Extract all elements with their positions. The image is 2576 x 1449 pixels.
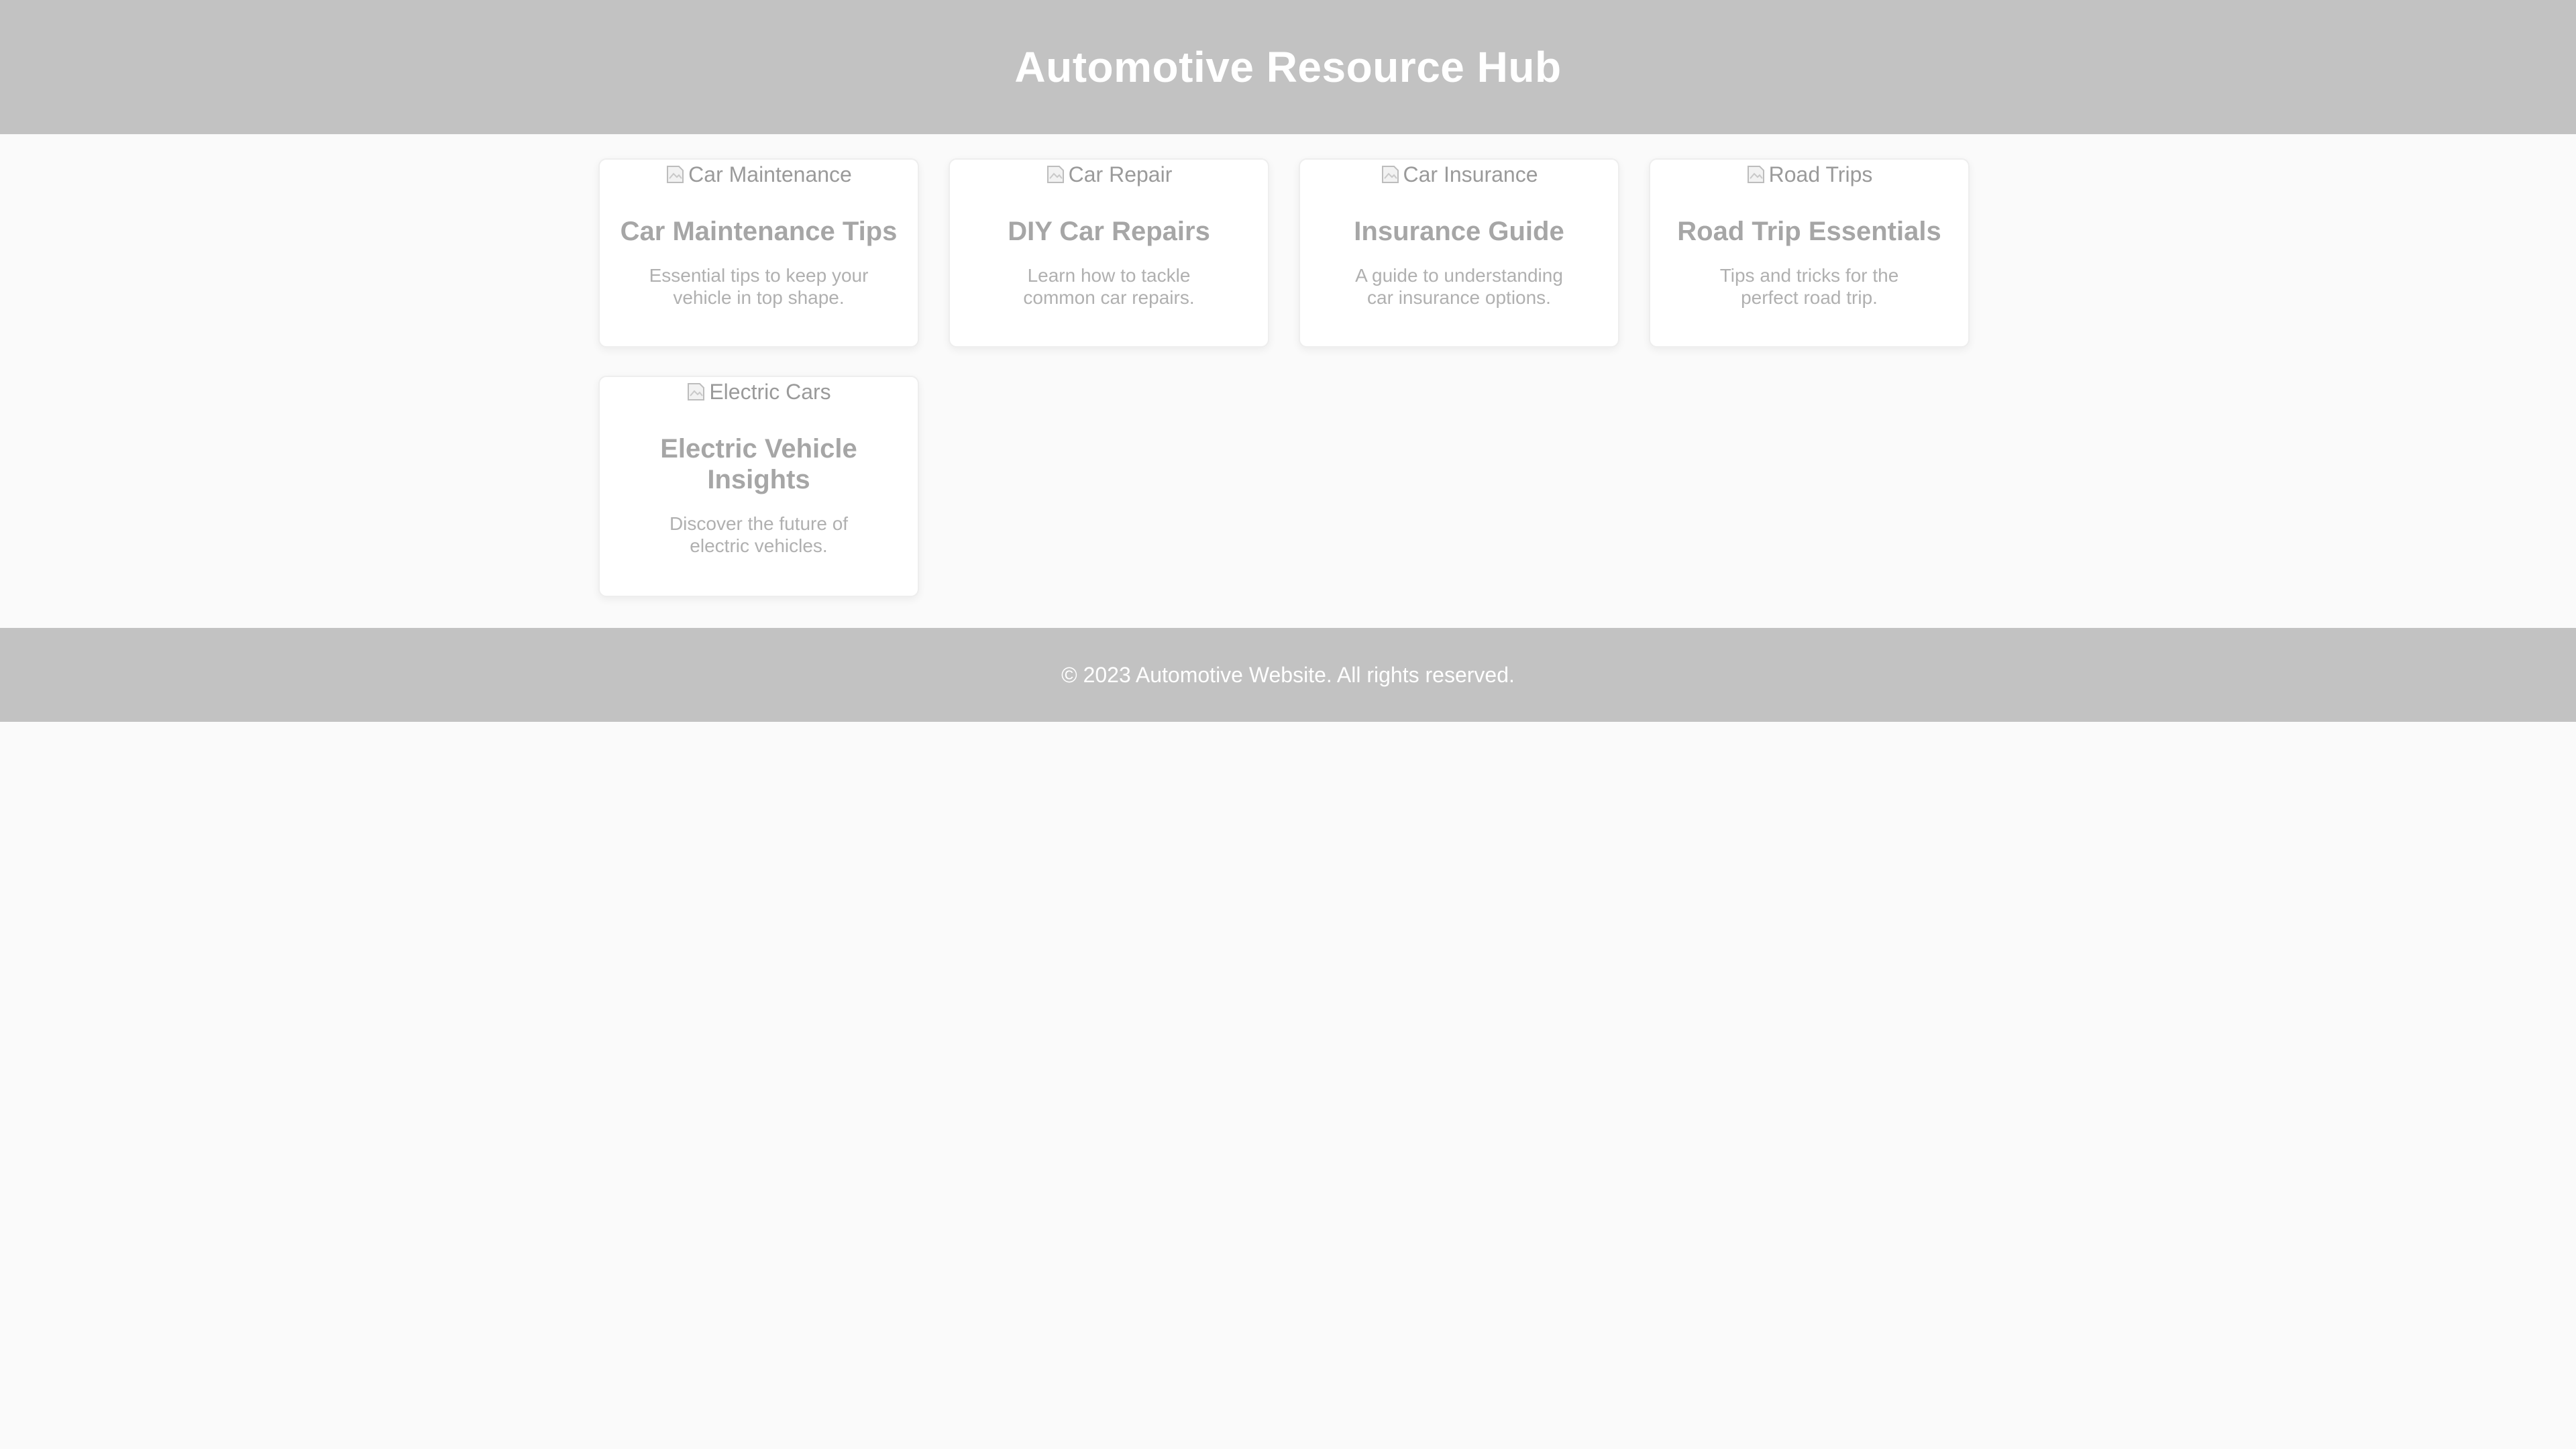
broken-image-icon bbox=[1747, 166, 1764, 183]
card-image: Electric Cars bbox=[600, 377, 918, 405]
card-image: Car Insurance bbox=[1300, 160, 1618, 188]
card-image: Road Trips bbox=[1650, 160, 1968, 188]
image-alt-text: Car Maintenance bbox=[688, 162, 852, 186]
card-diy-car-repairs[interactable]: Car Repair DIY Car Repairs Learn how to … bbox=[949, 158, 1269, 347]
card-title[interactable]: Insurance Guide bbox=[1320, 216, 1598, 247]
image-alt-text: Car Repair bbox=[1068, 162, 1173, 186]
card-road-trip-essentials[interactable]: Road Trips Road Trip Essentials Tips and… bbox=[1649, 158, 1970, 347]
broken-image-icon bbox=[688, 383, 705, 400]
card-title[interactable]: Electric Vehicle Insights bbox=[620, 433, 898, 495]
card-image: Car Repair bbox=[950, 160, 1268, 188]
card-description: Discover the future of electric vehicles… bbox=[669, 513, 849, 556]
card-insurance-guide[interactable]: Car Insurance Insurance Guide A guide to… bbox=[1299, 158, 1619, 347]
card-car-maintenance[interactable]: Car Maintenance Car Maintenance Tips Ess… bbox=[598, 158, 919, 347]
card-title[interactable]: Road Trip Essentials bbox=[1670, 216, 1948, 247]
page-title: Automotive Resource Hub bbox=[1014, 43, 1562, 91]
site-footer: © 2023 Automotive Website. All rights re… bbox=[0, 628, 2576, 722]
broken-image-icon bbox=[1046, 166, 1064, 183]
broken-image-icon bbox=[1381, 166, 1399, 183]
broken-image-icon bbox=[667, 166, 684, 183]
site-header: Automotive Resource Hub bbox=[0, 0, 2576, 134]
card-electric-vehicle-insights[interactable]: Electric Cars Electric Vehicle Insights … bbox=[598, 376, 919, 597]
card-image: Car Maintenance bbox=[600, 160, 918, 188]
card-title[interactable]: DIY Car Repairs bbox=[970, 216, 1248, 247]
card-description: Learn how to tackle common car repairs. bbox=[1023, 265, 1195, 308]
image-alt-text: Electric Cars bbox=[709, 379, 831, 404]
card-description: Tips and tricks for the perfect road tri… bbox=[1719, 265, 1899, 308]
image-alt-text: Road Trips bbox=[1768, 162, 1873, 186]
card-description: A guide to understanding car insurance o… bbox=[1355, 265, 1563, 308]
card-description: Essential tips to keep your vehicle in t… bbox=[649, 265, 869, 308]
card-title[interactable]: Car Maintenance Tips bbox=[620, 216, 898, 247]
copyright-text: © 2023 Automotive Website. All rights re… bbox=[1061, 662, 1515, 687]
image-alt-text: Car Insurance bbox=[1403, 162, 1538, 186]
